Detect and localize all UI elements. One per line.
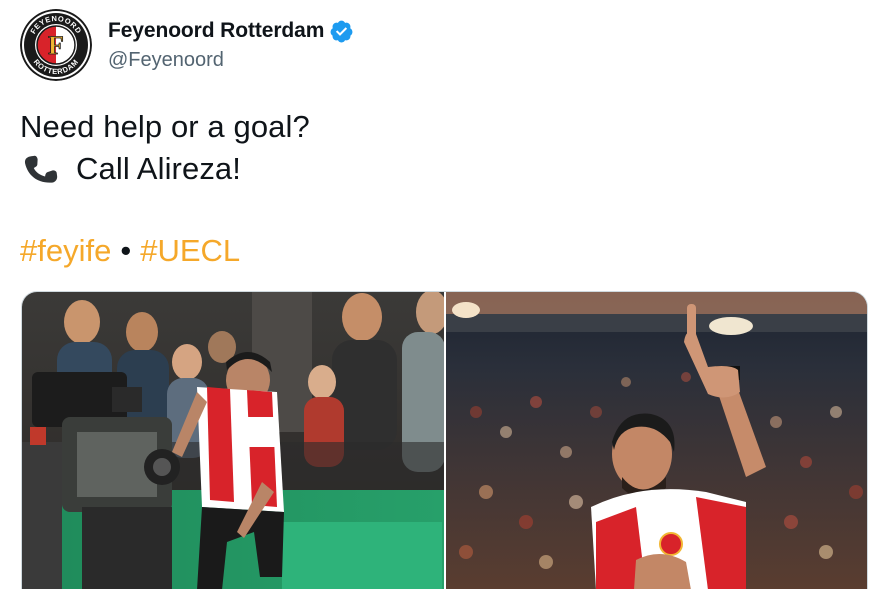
tweet-line-2: Call Alireza! xyxy=(20,148,310,190)
hashtag-link[interactable]: #feyife xyxy=(20,233,111,268)
avatar-letter: F xyxy=(48,31,64,60)
tweet-header: FEYENOORD ROTTERDAM F Feyenoord Rotterda… xyxy=(20,8,354,82)
media-grid xyxy=(21,291,868,589)
tweet-line-2-text: Call Alireza! xyxy=(76,151,241,186)
hashtag-link[interactable]: #UECL xyxy=(140,233,240,268)
author-display-name[interactable]: Feyenoord Rotterdam xyxy=(108,19,324,43)
author-names: Feyenoord Rotterdam @Feyenoord xyxy=(108,19,354,72)
avatar[interactable]: FEYENOORD ROTTERDAM F xyxy=(20,9,92,81)
photo-player-with-camera[interactable] xyxy=(22,292,444,589)
tweet-line-1: Need help or a goal? xyxy=(20,109,310,144)
hashtag-separator: • xyxy=(120,233,132,268)
photo-player-pointing-up[interactable] xyxy=(446,292,867,589)
verified-badge-icon xyxy=(329,19,354,44)
tweet-text: Need help or a goal? Call Alireza! xyxy=(20,106,310,190)
feyenoord-crest-icon: FEYENOORD ROTTERDAM F xyxy=(20,9,92,81)
phone-receiver-icon xyxy=(20,152,62,186)
hashtags: #feyife • #UECL xyxy=(20,230,240,272)
author-handle[interactable]: @Feyenoord xyxy=(108,49,354,72)
